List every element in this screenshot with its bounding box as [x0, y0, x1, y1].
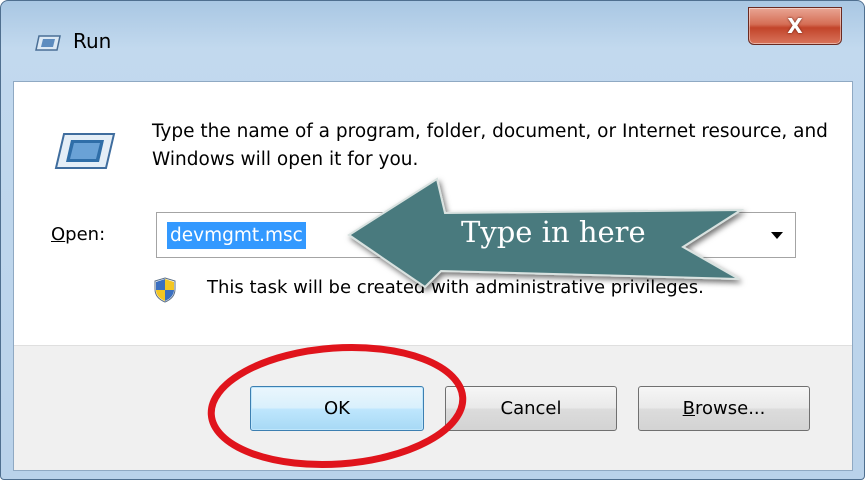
admin-privileges-notice: This task will be created with administr…	[207, 277, 704, 298]
run-icon	[35, 35, 61, 51]
open-command-input-value[interactable]: devmgmt.msc	[167, 222, 306, 249]
close-button[interactable]: X	[748, 7, 842, 45]
open-label: Open:	[51, 224, 106, 245]
window-title: Run	[73, 29, 112, 53]
ok-button[interactable]: OK	[250, 386, 424, 431]
run-dialog-window: Run X Type the name of a program, folder…	[0, 0, 865, 480]
run-program-icon	[54, 133, 116, 169]
dialog-client-area: Type the name of a program, folder, docu…	[13, 81, 853, 471]
dropdown-arrow-icon[interactable]	[771, 232, 783, 239]
uac-shield-icon	[154, 277, 176, 303]
annotation-arrow-label: Type in here	[461, 215, 646, 249]
browse-button[interactable]: Browse...	[638, 386, 810, 431]
close-icon: X	[787, 14, 803, 38]
dialog-description: Type the name of a program, folder, docu…	[152, 121, 828, 170]
cancel-button[interactable]: Cancel	[445, 386, 617, 431]
